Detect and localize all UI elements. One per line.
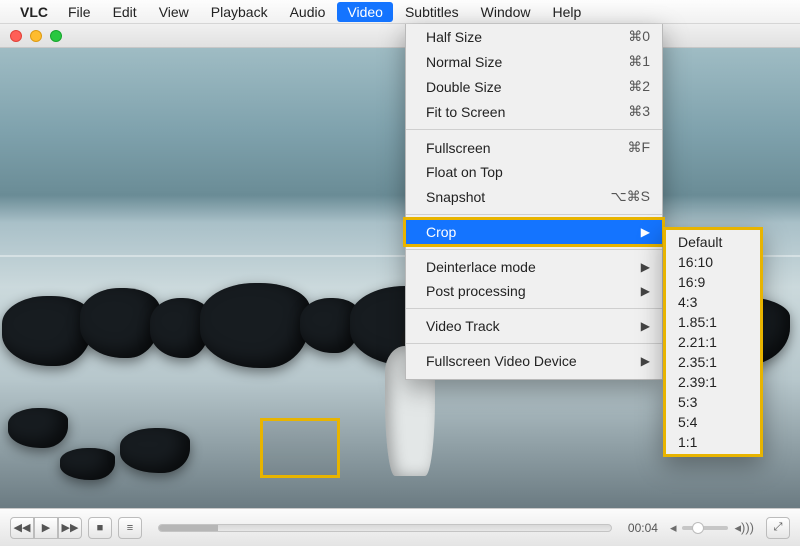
crop-row-highlight: Crop ▶ bbox=[403, 217, 665, 247]
menu-item-float-on-top[interactable]: Float on Top bbox=[406, 160, 662, 184]
submenu-chevron-icon: ▶ bbox=[641, 225, 650, 239]
menu-item-label: Fit to Screen bbox=[426, 104, 505, 120]
crop-option-2-39-1[interactable]: 2.39:1 bbox=[666, 372, 760, 392]
menu-item-half-size[interactable]: Half Size ⌘0 bbox=[406, 24, 662, 49]
menu-item-label: Float on Top bbox=[426, 164, 503, 180]
submenu-chevron-icon: ▶ bbox=[641, 284, 650, 298]
crop-option-1-85-1[interactable]: 1.85:1 bbox=[666, 312, 760, 332]
crop-option-16-10[interactable]: 16:10 bbox=[666, 252, 760, 272]
window-titlebar bbox=[0, 24, 800, 48]
transport-group: ◀◀ ▶ ▶▶ bbox=[10, 517, 82, 539]
menu-item-label: Video Track bbox=[426, 318, 500, 334]
crop-annotation bbox=[260, 418, 340, 478]
seek-bar[interactable] bbox=[158, 524, 612, 532]
playback-controls: ◀◀ ▶ ▶▶ ■ ≡ 00:04 ◂ ◂))) ⤢ bbox=[0, 508, 800, 546]
menu-item-fullscreen-video-device[interactable]: Fullscreen Video Device ▶ bbox=[406, 349, 662, 373]
menu-item-fullscreen[interactable]: Fullscreen ⌘F bbox=[406, 135, 662, 160]
crop-option-2-21-1[interactable]: 2.21:1 bbox=[666, 332, 760, 352]
scene-rock bbox=[120, 428, 190, 473]
crop-option-16-9[interactable]: 16:9 bbox=[666, 272, 760, 292]
crop-option-default[interactable]: Default bbox=[666, 232, 760, 252]
scene-rock bbox=[8, 408, 68, 448]
scene-rock bbox=[200, 283, 310, 368]
menu-item-post-processing[interactable]: Post processing ▶ bbox=[406, 279, 662, 303]
menu-item-shortcut: ⌘0 bbox=[628, 28, 650, 45]
crop-option-5-4[interactable]: 5:4 bbox=[666, 412, 760, 432]
menu-file[interactable]: File bbox=[58, 2, 101, 22]
menu-video[interactable]: Video bbox=[337, 2, 393, 22]
menu-item-shortcut: ⌘3 bbox=[628, 103, 650, 120]
scene-rock bbox=[60, 448, 115, 480]
menu-item-label: Half Size bbox=[426, 29, 482, 45]
window-minimize-button[interactable] bbox=[30, 30, 42, 42]
stop-button[interactable]: ■ bbox=[88, 517, 112, 539]
menu-view[interactable]: View bbox=[149, 2, 199, 22]
menu-item-label: Deinterlace mode bbox=[426, 259, 536, 275]
menu-item-shortcut: ⌘1 bbox=[628, 53, 650, 70]
video-menu-dropdown: Half Size ⌘0 Normal Size ⌘1 Double Size ⌘2 Fit… bbox=[405, 24, 663, 380]
menu-separator bbox=[406, 343, 662, 344]
menu-item-label: Post processing bbox=[426, 283, 526, 299]
crop-option-4-3[interactable]: 4:3 bbox=[666, 292, 760, 312]
menu-item-label: Normal Size bbox=[426, 54, 502, 70]
menu-item-label: Double Size bbox=[426, 79, 502, 95]
crop-submenu: Default16:1016:94:31.85:12.21:12.35:12.3… bbox=[663, 227, 763, 457]
submenu-chevron-icon: ▶ bbox=[641, 260, 650, 274]
next-button[interactable]: ▶▶ bbox=[58, 517, 82, 539]
menu-item-label: Crop bbox=[426, 224, 456, 240]
system-menubar: VLC File Edit View Playback Audio Video … bbox=[0, 0, 800, 24]
submenu-chevron-icon: ▶ bbox=[641, 319, 650, 333]
menu-item-shortcut: ⌘F bbox=[627, 139, 650, 156]
menu-item-label: Snapshot bbox=[426, 189, 485, 205]
submenu-chevron-icon: ▶ bbox=[641, 354, 650, 368]
menu-item-shortcut: ⌘2 bbox=[628, 78, 650, 95]
window-zoom-button[interactable] bbox=[50, 30, 62, 42]
volume-slider[interactable] bbox=[682, 526, 728, 530]
menu-audio[interactable]: Audio bbox=[280, 2, 336, 22]
menu-separator bbox=[406, 249, 662, 250]
volume-low-icon[interactable]: ◂ bbox=[670, 520, 677, 536]
menu-item-normal-size[interactable]: Normal Size ⌘1 bbox=[406, 49, 662, 74]
scene-rock bbox=[80, 288, 160, 358]
menu-item-snapshot[interactable]: Snapshot ⌥⌘S bbox=[406, 184, 662, 209]
play-button[interactable]: ▶ bbox=[34, 517, 58, 539]
window-close-button[interactable] bbox=[10, 30, 22, 42]
playlist-button[interactable]: ≡ bbox=[118, 517, 142, 539]
seek-progress bbox=[159, 525, 218, 531]
menu-item-video-track[interactable]: Video Track ▶ bbox=[406, 314, 662, 338]
crop-option-2-35-1[interactable]: 2.35:1 bbox=[666, 352, 760, 372]
volume-knob[interactable] bbox=[692, 522, 704, 534]
crop-option-1-1[interactable]: 1:1 bbox=[666, 432, 760, 452]
menu-playback[interactable]: Playback bbox=[201, 2, 278, 22]
menu-help[interactable]: Help bbox=[542, 2, 591, 22]
prev-button[interactable]: ◀◀ bbox=[10, 517, 34, 539]
menu-item-fit-to-screen[interactable]: Fit to Screen ⌘3 bbox=[406, 99, 662, 124]
app-name[interactable]: VLC bbox=[20, 4, 48, 20]
menu-subtitles[interactable]: Subtitles bbox=[395, 2, 469, 22]
time-elapsed: 00:04 bbox=[628, 521, 658, 535]
menu-edit[interactable]: Edit bbox=[103, 2, 147, 22]
fullscreen-button[interactable]: ⤢ bbox=[766, 517, 790, 539]
menu-item-crop[interactable]: Crop ▶ bbox=[406, 220, 662, 244]
menu-separator bbox=[406, 129, 662, 130]
menu-separator bbox=[406, 308, 662, 309]
menu-item-label: Fullscreen bbox=[426, 140, 491, 156]
menu-item-deinterlace-mode[interactable]: Deinterlace mode ▶ bbox=[406, 255, 662, 279]
crop-option-5-3[interactable]: 5:3 bbox=[666, 392, 760, 412]
menu-item-double-size[interactable]: Double Size ⌘2 bbox=[406, 74, 662, 99]
menu-separator bbox=[406, 214, 662, 215]
menu-item-label: Fullscreen Video Device bbox=[426, 353, 577, 369]
menu-item-shortcut: ⌥⌘S bbox=[611, 188, 650, 205]
scene-rock bbox=[2, 296, 92, 366]
volume-high-icon[interactable]: ◂))) bbox=[734, 520, 754, 536]
menu-window[interactable]: Window bbox=[471, 2, 541, 22]
